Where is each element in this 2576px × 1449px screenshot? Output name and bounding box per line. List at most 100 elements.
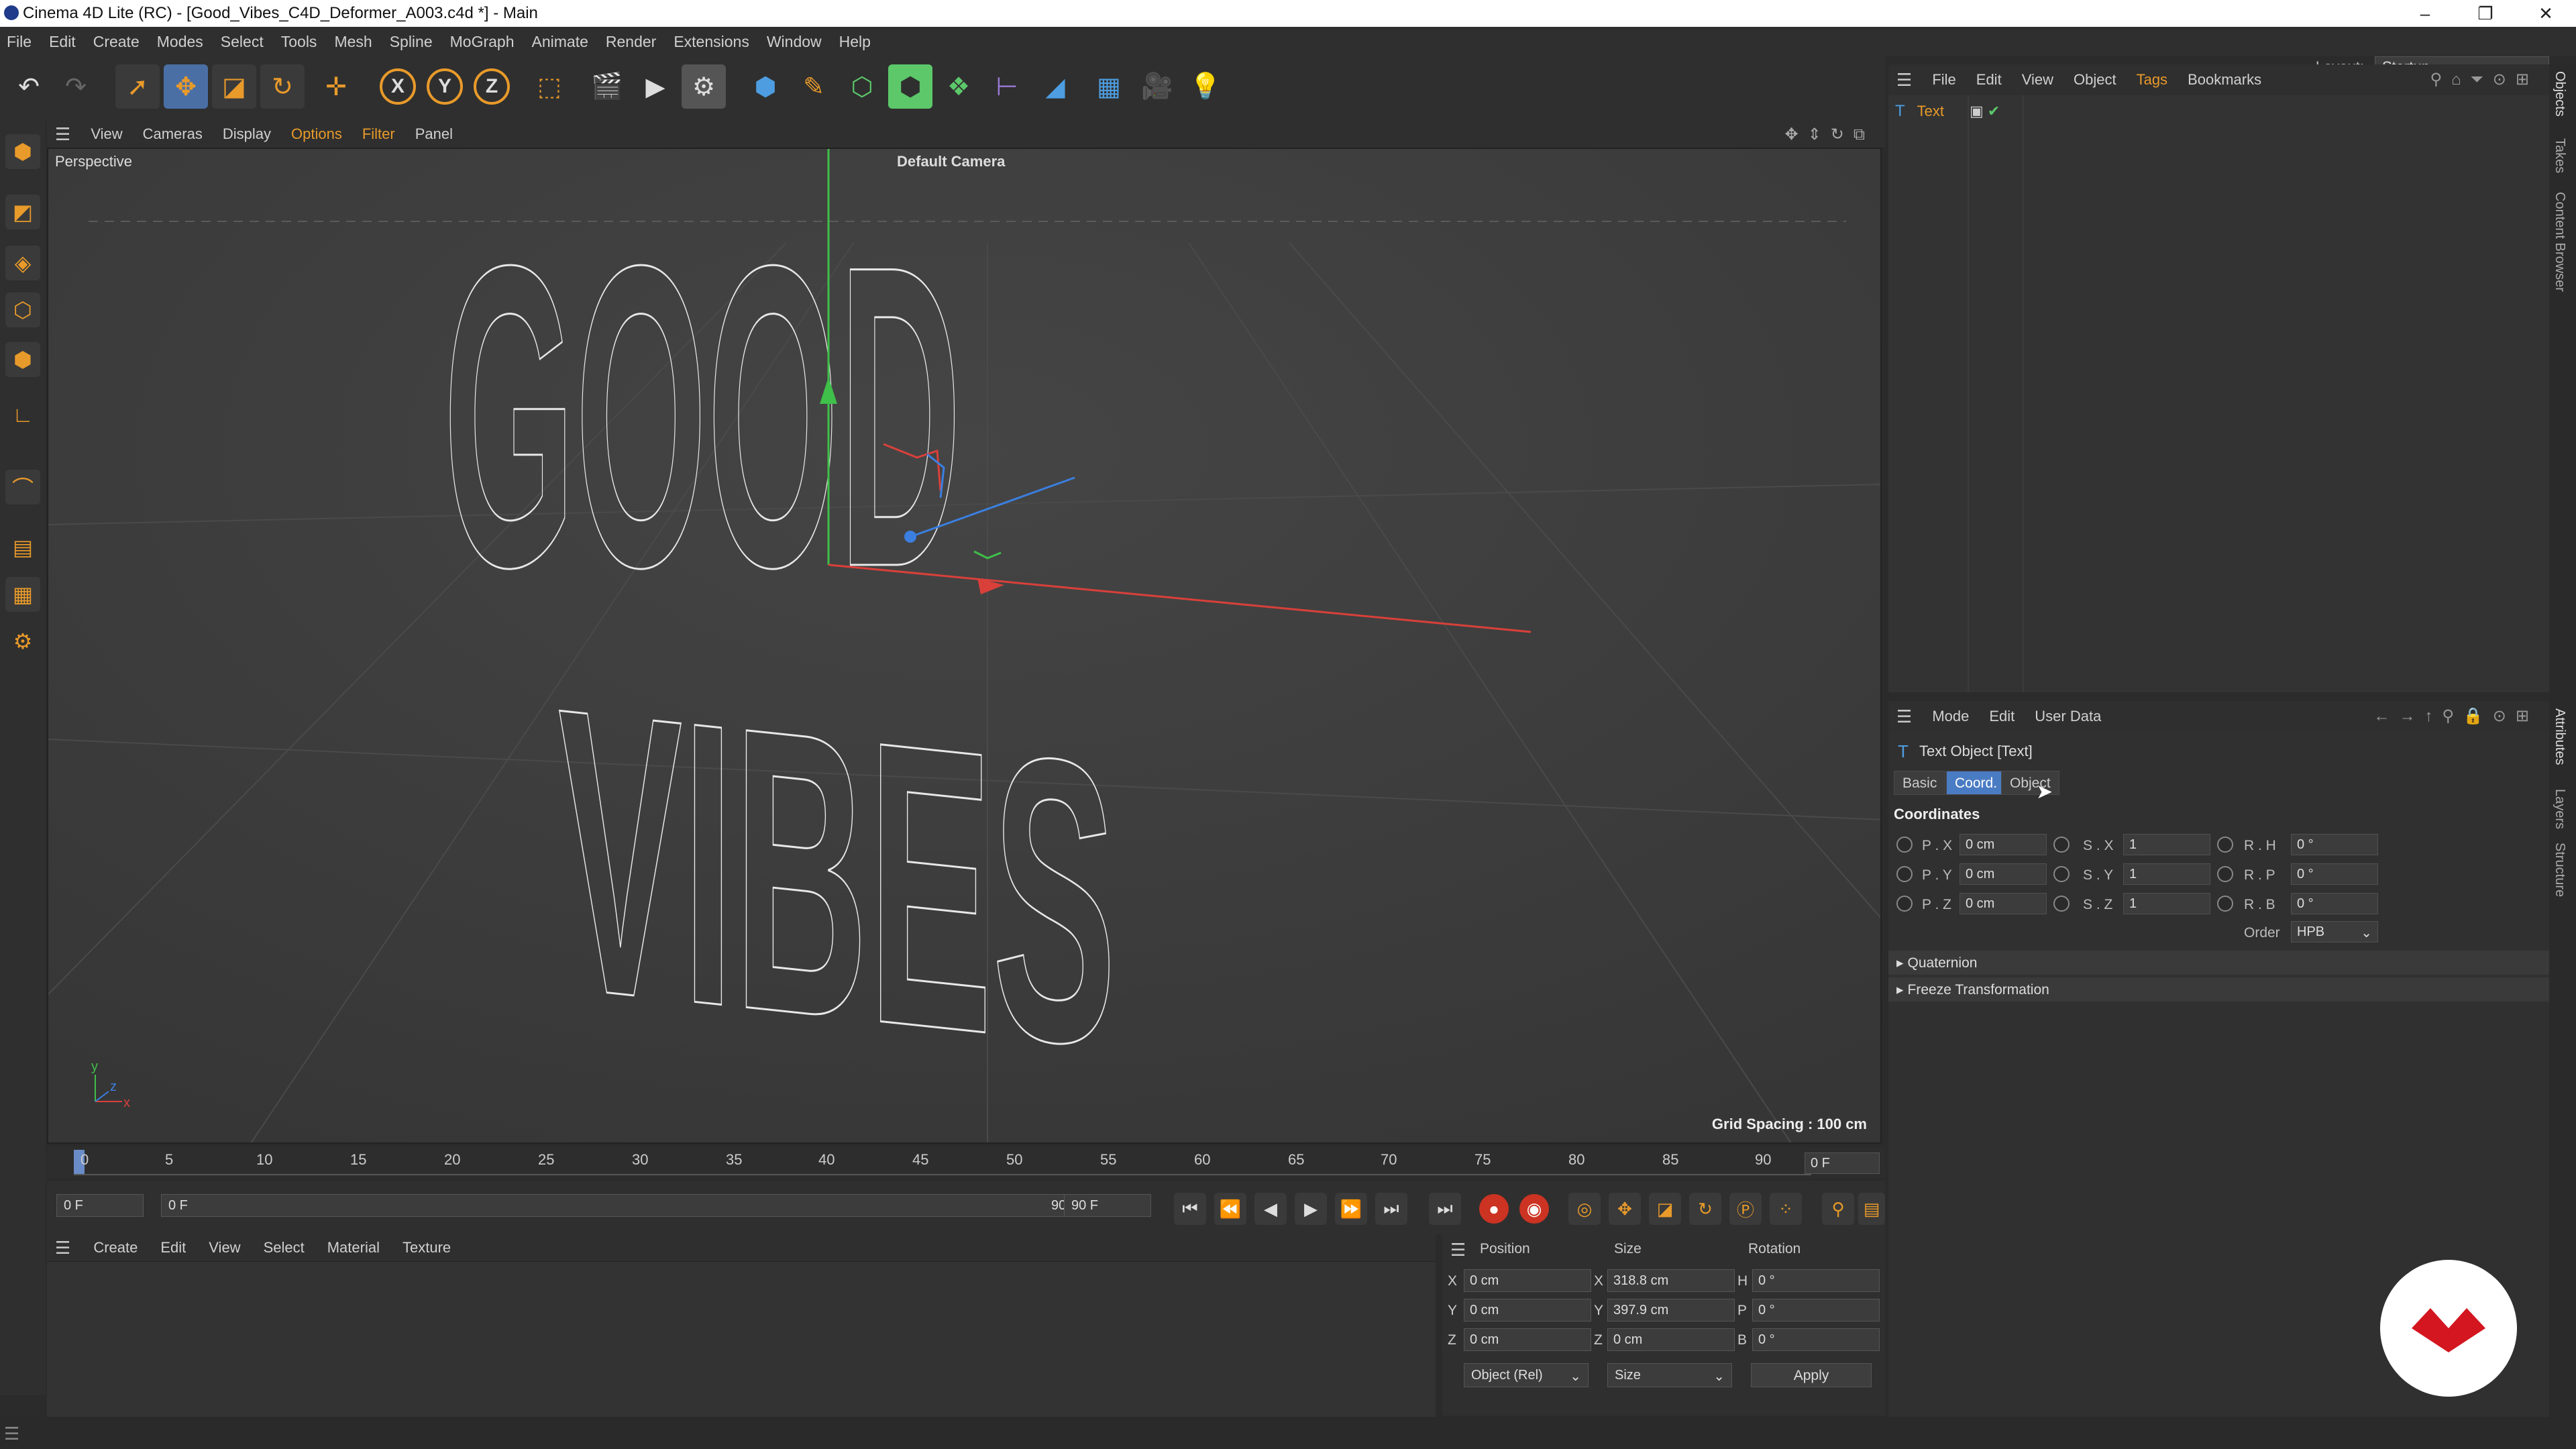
- render-settings-icon[interactable]: ⚙: [682, 64, 726, 109]
- go-to-end-2-icon[interactable]: ⏭: [1429, 1193, 1461, 1225]
- axis-mode-icon[interactable]: ∟: [5, 397, 40, 432]
- render-view-icon[interactable]: 🎬: [585, 64, 629, 109]
- hamburger-icon[interactable]: ☰: [55, 124, 70, 145]
- autokeying-icon[interactable]: ◉: [1519, 1194, 1549, 1224]
- animate-rh-radio[interactable]: [2217, 837, 2233, 853]
- record-scale-icon[interactable]: ◪: [1649, 1193, 1681, 1225]
- pen-spline-icon[interactable]: ✎: [792, 64, 836, 109]
- redo-icon[interactable]: ↷: [54, 64, 98, 109]
- menu-spline[interactable]: Spline: [390, 33, 433, 51]
- mat-menu-create[interactable]: Create: [93, 1239, 138, 1256]
- undo-icon[interactable]: ↶: [7, 64, 51, 109]
- tab-structure[interactable]: Structure: [2552, 843, 2567, 897]
- mat-menu-edit[interactable]: Edit: [160, 1239, 186, 1256]
- tab-coord[interactable]: Coord.: [1946, 771, 2006, 795]
- keyframe-selection-icon[interactable]: ◎: [1568, 1193, 1601, 1225]
- menu-window[interactable]: Window: [767, 33, 822, 51]
- scheme-icon[interactable]: ⚲: [1822, 1193, 1854, 1225]
- menu-help[interactable]: Help: [839, 33, 871, 51]
- add-object-icon[interactable]: ✛: [314, 64, 358, 109]
- hamburger-icon[interactable]: ☰: [55, 1238, 70, 1258]
- menu-mograph[interactable]: MoGraph: [450, 33, 515, 51]
- obj-menu-file[interactable]: File: [1932, 71, 1955, 89]
- y-axis-lock-icon[interactable]: Y: [427, 68, 463, 105]
- menu-animate[interactable]: Animate: [532, 33, 588, 51]
- obj-menu-object[interactable]: Object: [2074, 71, 2116, 89]
- vp-menu-view[interactable]: View: [91, 125, 122, 143]
- scale-icon[interactable]: ◪: [212, 64, 256, 109]
- menu-modes[interactable]: Modes: [157, 33, 203, 51]
- px-field[interactable]: 0 cm: [1960, 834, 2047, 855]
- live-selection-icon[interactable]: ➚: [115, 64, 160, 109]
- snap-icon[interactable]: ⌒: [5, 470, 40, 504]
- pz-field[interactable]: 0 cm: [1960, 893, 2047, 914]
- next-frame-icon[interactable]: ⏩: [1335, 1193, 1367, 1225]
- render-picture-queue-icon[interactable]: ▶: [633, 64, 678, 109]
- animate-rb-radio[interactable]: [2217, 896, 2233, 912]
- move-icon[interactable]: ✥: [164, 64, 208, 109]
- model-mode-icon[interactable]: ⬢: [5, 134, 40, 169]
- menu-select[interactable]: Select: [221, 33, 264, 51]
- obj-menu-tags[interactable]: Tags: [2137, 71, 2167, 89]
- environment-icon[interactable]: ◢: [1033, 64, 1077, 109]
- object-name[interactable]: Text: [1917, 103, 1944, 120]
- coord-mode-select[interactable]: Object (Rel) ⌄: [1464, 1363, 1589, 1387]
- attr-menu-mode[interactable]: Mode: [1932, 708, 1969, 725]
- edges-mode-icon[interactable]: ⬡: [5, 292, 40, 327]
- pos-x-field[interactable]: 0 cm: [1464, 1269, 1591, 1292]
- range-slider[interactable]: 0 F 90 F: [161, 1194, 1087, 1217]
- polygons-mode-icon[interactable]: ⬢: [5, 342, 40, 377]
- animate-sy-radio[interactable]: [2053, 866, 2070, 882]
- animate-sx-radio[interactable]: [2053, 837, 2070, 853]
- sx-field[interactable]: 1: [2123, 834, 2210, 855]
- tab-layers[interactable]: Layers: [2552, 789, 2567, 829]
- object-list[interactable]: T Text ▣ ✔: [1888, 95, 2549, 692]
- previous-key-icon[interactable]: ⏪: [1214, 1193, 1246, 1225]
- obj-menu-view[interactable]: View: [2022, 71, 2053, 89]
- visibility-toggle-icon[interactable]: ▣: [1970, 103, 1984, 120]
- close-button[interactable]: ✕: [2522, 1, 2569, 25]
- quantize-icon[interactable]: ▦: [5, 577, 40, 612]
- size-z-field[interactable]: 0 cm: [1607, 1328, 1735, 1351]
- object-manager-tool-icons[interactable]: ⚲⌂⏷⊙⊞: [2430, 70, 2539, 89]
- texture-mode-icon[interactable]: ◩: [5, 195, 40, 229]
- menu-edit[interactable]: Edit: [49, 33, 76, 51]
- record-keys-icon[interactable]: ●: [1479, 1194, 1509, 1224]
- points-mode-icon[interactable]: ◈: [5, 246, 40, 280]
- rotate-icon[interactable]: ↻: [260, 64, 305, 109]
- timeline-ruler[interactable]: 0 5 10 15 20 25 30 35 40 45 50 55 60 65 …: [47, 1147, 1885, 1178]
- field-icon[interactable]: ⊢: [985, 64, 1029, 109]
- minimize-button[interactable]: –: [2402, 1, 2449, 25]
- size-y-field[interactable]: 397.9 cm: [1607, 1299, 1735, 1322]
- tab-basic[interactable]: Basic: [1894, 771, 1946, 795]
- object-row-text[interactable]: T Text ▣ ✔: [1895, 101, 2000, 122]
- vp-menu-panel[interactable]: Panel: [415, 125, 453, 143]
- tab-content-browser[interactable]: Content Browser: [2552, 192, 2567, 292]
- obj-menu-bookmarks[interactable]: Bookmarks: [2188, 71, 2261, 89]
- perspective-viewport[interactable]: GOOD VIBES y x z Perspective Default Cam…: [47, 148, 1882, 1144]
- vp-menu-cameras[interactable]: Cameras: [143, 125, 203, 143]
- hamburger-icon[interactable]: ☰: [1450, 1240, 1466, 1260]
- go-to-end-icon[interactable]: ⏭: [1375, 1193, 1407, 1225]
- play-icon[interactable]: ▶: [1295, 1193, 1327, 1225]
- freeze-transformation-section[interactable]: ▸ Freeze Transformation: [1888, 977, 2549, 1002]
- go-to-start-icon[interactable]: ⏮: [1174, 1193, 1206, 1225]
- attribute-nav-icons[interactable]: ←→↑⚲🔒⊙⊞: [2373, 706, 2538, 726]
- locked-workplane-icon[interactable]: ⚙: [5, 624, 40, 659]
- menu-file[interactable]: File: [7, 33, 32, 51]
- hamburger-icon[interactable]: ☰: [1896, 706, 1912, 727]
- order-select[interactable]: HPB ⌄: [2291, 921, 2378, 943]
- mat-menu-material[interactable]: Material: [327, 1239, 380, 1256]
- rh-field[interactable]: 0 °: [2291, 834, 2378, 855]
- animate-sz-radio[interactable]: [2053, 896, 2070, 912]
- light-icon[interactable]: 💡: [1183, 64, 1228, 109]
- vp-menu-options[interactable]: Options: [291, 125, 342, 143]
- rp-field[interactable]: 0 °: [2291, 863, 2378, 885]
- animate-pz-radio[interactable]: [1896, 896, 1913, 912]
- py-field[interactable]: 0 cm: [1960, 863, 2047, 885]
- deformer-icon[interactable]: ❖: [936, 64, 981, 109]
- animate-rp-radio[interactable]: [2217, 866, 2233, 882]
- vp-menu-filter[interactable]: Filter: [362, 125, 395, 143]
- status-menu-icon[interactable]: ☰: [4, 1424, 19, 1444]
- apply-button[interactable]: Apply: [1751, 1363, 1872, 1387]
